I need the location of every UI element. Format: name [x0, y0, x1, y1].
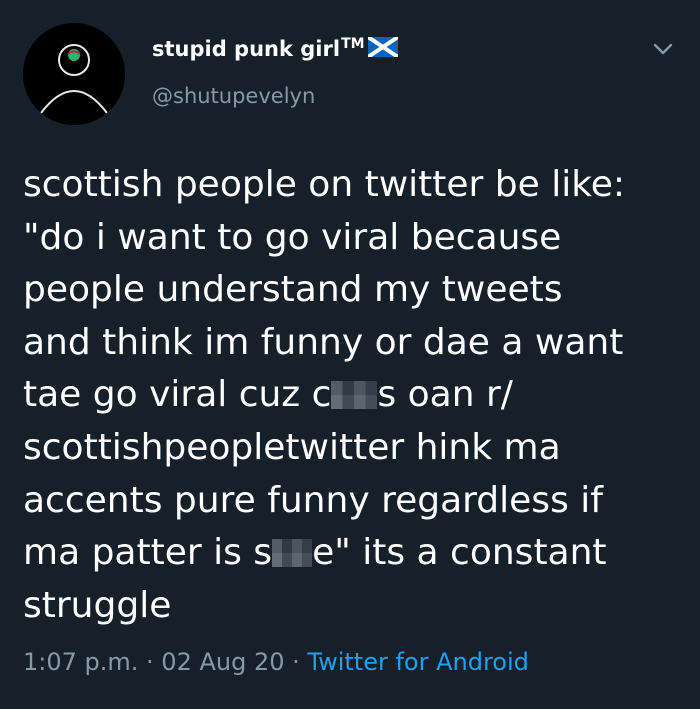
avatar[interactable] [23, 23, 125, 125]
censored-word [272, 539, 313, 568]
meta-separator: · [138, 648, 162, 676]
tweet-line: and think im funny or dae a want [23, 321, 624, 363]
display-name[interactable]: stupid punk girl TM [152, 35, 399, 62]
tweet-line-part: ma patter is s [23, 532, 273, 574]
scotland-flag-icon [366, 35, 399, 62]
display-name-text: stupid punk girl [152, 36, 341, 61]
user-handle[interactable]: @shutupevelyn [152, 84, 315, 108]
meta-separator: · [284, 648, 308, 676]
chevron-down-icon[interactable] [650, 36, 676, 62]
tweet-line: struggle [23, 584, 172, 626]
tweet-line-part: e" its a constant [312, 532, 607, 574]
tweet-date[interactable]: 02 Aug 20 [161, 648, 284, 676]
tweet-line: scottish people on twitter be like: [23, 164, 626, 205]
tweet-line: accents pure funny regardless if [23, 479, 603, 521]
tweet-meta: 1:07 p.m. · 02 Aug 20 · Twitter for Andr… [23, 648, 529, 676]
avatar-image [23, 23, 125, 125]
tweet-line: ma patter is s e" its a constant [23, 527, 683, 580]
tweet-card: stupid punk girl TM @shutupevelyn scottis… [0, 0, 700, 709]
tweet-text: scottish people on twitter be like: "do … [23, 159, 683, 632]
censored-word [331, 381, 378, 410]
trademark-symbol: TM [341, 35, 365, 52]
tweet-line-part: s oan r/ [377, 374, 513, 416]
tweet-line: people understand my tweets [23, 269, 563, 311]
tweet-line-part: tae go viral cuz c [23, 374, 332, 416]
tweet-line: scottishpeopletwitter hink ma [23, 426, 561, 468]
tweet-line: tae go viral cuz c s oan r/ [23, 369, 683, 422]
tweet-source-link[interactable]: Twitter for Android [307, 648, 528, 676]
tweet-line: "do i want to go viral because [23, 216, 562, 258]
tweet-time[interactable]: 1:07 p.m. [23, 648, 138, 676]
